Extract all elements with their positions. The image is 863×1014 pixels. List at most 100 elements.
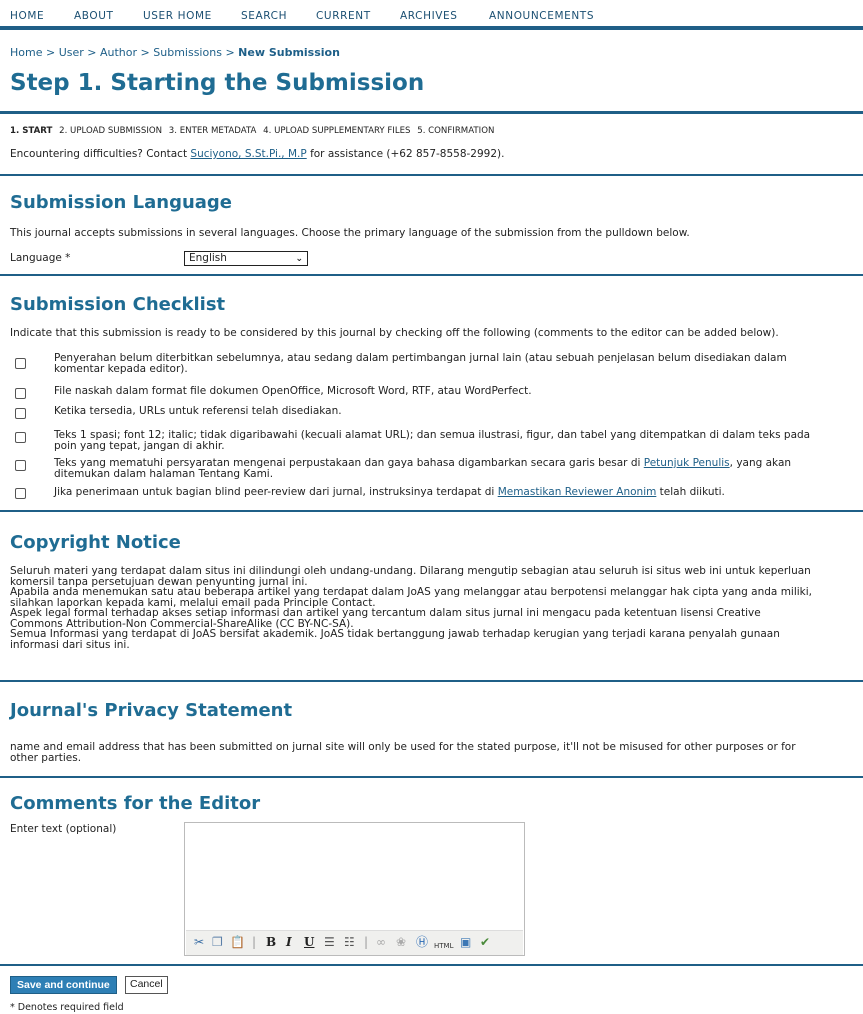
- italic-icon[interactable]: I: [286, 935, 292, 949]
- divider: [0, 776, 863, 778]
- underline-icon[interactable]: U: [304, 935, 314, 949]
- step-enter-metadata: 3. ENTER METADATA: [168, 126, 257, 136]
- contact-line: Encountering difficulties? Contact Suciy…: [10, 148, 504, 160]
- breadcrumb-submissions[interactable]: Submissions: [153, 46, 222, 59]
- top-navigation: HOME ABOUT USER HOME SEARCH CURRENT ARCH…: [0, 0, 863, 30]
- copyright-line: Aspek legal formal terhadap akses setiap…: [10, 607, 761, 619]
- bullet-list-icon[interactable]: ☰: [324, 935, 335, 949]
- comments-label: Enter text (optional): [10, 823, 117, 835]
- copyright-line: informasi dari situs ini.: [10, 638, 130, 651]
- memastikan-reviewer-link[interactable]: Memastikan Reviewer Anonim: [498, 486, 657, 498]
- language-intro: This journal accepts submissions in seve…: [10, 227, 690, 239]
- divider: [0, 510, 863, 512]
- nav-user-home[interactable]: USER HOME: [143, 10, 212, 22]
- privacy-line: other parties.: [10, 751, 82, 764]
- contact-prefix: Encountering difficulties? Contact: [10, 148, 188, 160]
- checklist-item-2: File naskah dalam format file dokumen Op…: [54, 385, 532, 397]
- breadcrumb-separator: >: [225, 46, 235, 59]
- step-start: 1. START: [10, 126, 53, 136]
- privacy-statement-heading: Journal's Privacy Statement: [10, 700, 293, 721]
- submission-steps: 1. START 2. UPLOAD SUBMISSION 3. ENTER M…: [10, 126, 498, 136]
- copyright-line: Seluruh materi yang terdapat dalam situs…: [10, 565, 811, 577]
- checklist-item-6-text: Jika penerimaan untuk bagian blind peer-…: [54, 486, 495, 498]
- nav-home[interactable]: HOME: [10, 10, 44, 22]
- checklist-checkbox-6[interactable]: [15, 488, 26, 499]
- contact-name-link[interactable]: Suciyono, S.St.Pi., M.P: [190, 148, 306, 160]
- html-icon[interactable]: HTML: [434, 939, 453, 953]
- divider: [0, 111, 863, 114]
- cut-icon[interactable]: ✂: [194, 935, 204, 949]
- spellcheck-icon[interactable]: ✔: [480, 935, 490, 949]
- step-confirmation: 5. CONFIRMATION: [417, 126, 495, 136]
- step-upload-submission: 2. UPLOAD SUBMISSION: [59, 126, 163, 136]
- paste-icon[interactable]: 📋: [230, 935, 245, 949]
- bold-icon[interactable]: B: [266, 935, 276, 949]
- breadcrumb-separator: >: [45, 46, 56, 59]
- fullscreen-icon[interactable]: ▣: [460, 935, 471, 949]
- nav-current[interactable]: CURRENT: [316, 10, 371, 22]
- breadcrumb-separator: >: [140, 46, 150, 59]
- divider: [0, 174, 863, 176]
- chevron-down-icon: ⌄: [295, 254, 303, 264]
- step-upload-supplementary: 4. UPLOAD SUPPLEMENTARY FILES: [263, 126, 411, 136]
- checklist-item-6-text-end: telah diikuti.: [656, 486, 725, 498]
- language-label: Language *: [10, 252, 71, 264]
- checklist-checkbox-3[interactable]: [15, 408, 26, 419]
- checklist-item-5-line1: Teks yang mematuhi persyaratan mengenai …: [54, 458, 791, 469]
- checklist-checkbox-2[interactable]: [15, 388, 26, 399]
- page-title: Step 1. Starting the Submission: [10, 70, 425, 96]
- divider: [0, 964, 863, 966]
- nav-announcements[interactable]: ANNOUNCEMENTS: [489, 10, 594, 22]
- editor-toolbar: ✂ ❐ 📋 | B I U ☰ ☷ | ∞ ❀ Ⓗ HTML ▣ ✔: [186, 930, 523, 955]
- language-selected-value: English: [189, 252, 227, 264]
- checklist-checkbox-1[interactable]: [15, 358, 26, 369]
- privacy-line: name and email address that has been sub…: [10, 741, 796, 753]
- help-icon[interactable]: Ⓗ: [416, 935, 428, 949]
- breadcrumb-separator: >: [87, 46, 97, 59]
- checklist-item-4-line1: Teks 1 spasi; font 12; italic; tidak dig…: [54, 429, 811, 441]
- copyright-text: Seluruh materi yang terdapat dalam situs…: [10, 566, 812, 650]
- copy-icon[interactable]: ❐: [212, 935, 223, 949]
- breadcrumb-current[interactable]: New Submission: [238, 46, 340, 59]
- divider: [0, 274, 863, 276]
- numbered-list-icon[interactable]: ☷: [344, 935, 355, 949]
- breadcrumb-user[interactable]: User: [59, 46, 84, 59]
- checklist-item-4: Teks 1 spasi; font 12; italic; tidak dig…: [54, 430, 810, 451]
- toolbar-separator: |: [252, 935, 257, 949]
- copyright-line: Semua Informasi yang terdapat di JoAS be…: [10, 628, 780, 640]
- checklist-item-4-line2: poin yang tepat, jangan di akhir.: [54, 439, 225, 452]
- cancel-button[interactable]: Cancel: [125, 976, 168, 994]
- save-and-continue-button[interactable]: Save and continue: [10, 976, 117, 994]
- petunjuk-penulis-link[interactable]: Petunjuk Penulis: [644, 457, 730, 469]
- toolbar-separator: |: [364, 935, 369, 949]
- comments-heading: Comments for the Editor: [10, 793, 261, 814]
- checklist-item-1-line2: komentar kepada editor).: [54, 362, 188, 375]
- divider: [0, 680, 863, 682]
- breadcrumb-home[interactable]: Home: [10, 46, 42, 59]
- copyright-line: Apabila anda menemukan satu atau beberap…: [10, 586, 813, 598]
- required-field-note: * Denotes required field: [10, 1002, 124, 1013]
- checklist-checkbox-4[interactable]: [15, 432, 26, 443]
- breadcrumb-current-label: New Submission: [238, 46, 340, 59]
- checklist-checkbox-5[interactable]: [15, 460, 26, 471]
- checklist-item-5: Teks yang mematuhi persyaratan mengenai …: [54, 458, 791, 479]
- breadcrumb: Home > User > Author > Submissions > New…: [10, 46, 340, 59]
- unlink-icon[interactable]: ❀: [396, 935, 406, 949]
- checklist-intro: Indicate that this submission is ready t…: [10, 327, 779, 339]
- checklist-item-5-line2: ditemukan dalam halaman Tentang Kami.: [54, 467, 274, 480]
- link-icon[interactable]: ∞: [376, 935, 386, 949]
- contact-suffix: for assistance (+62 857-8558-2992).: [310, 148, 505, 160]
- checklist-item-3: Ketika tersedia, URLs untuk referensi te…: [54, 405, 342, 417]
- checklist-item-6: Jika penerimaan untuk bagian blind peer-…: [54, 487, 725, 498]
- checklist-item-1-line1: Penyerahan belum diterbitkan sebelumnya,…: [54, 352, 787, 364]
- checklist-item-1: Penyerahan belum diterbitkan sebelumnya,…: [54, 353, 787, 374]
- submission-checklist-heading: Submission Checklist: [10, 294, 226, 315]
- breadcrumb-author[interactable]: Author: [100, 46, 137, 59]
- nav-about[interactable]: ABOUT: [74, 10, 114, 22]
- nav-search[interactable]: SEARCH: [241, 10, 287, 22]
- privacy-text: name and email address that has been sub…: [10, 742, 796, 763]
- submission-language-heading: Submission Language: [10, 192, 233, 213]
- language-select[interactable]: English ⌄: [184, 251, 308, 266]
- nav-archives[interactable]: ARCHIVES: [400, 10, 458, 22]
- checklist-item-5-text-end: , yang akan: [729, 457, 792, 469]
